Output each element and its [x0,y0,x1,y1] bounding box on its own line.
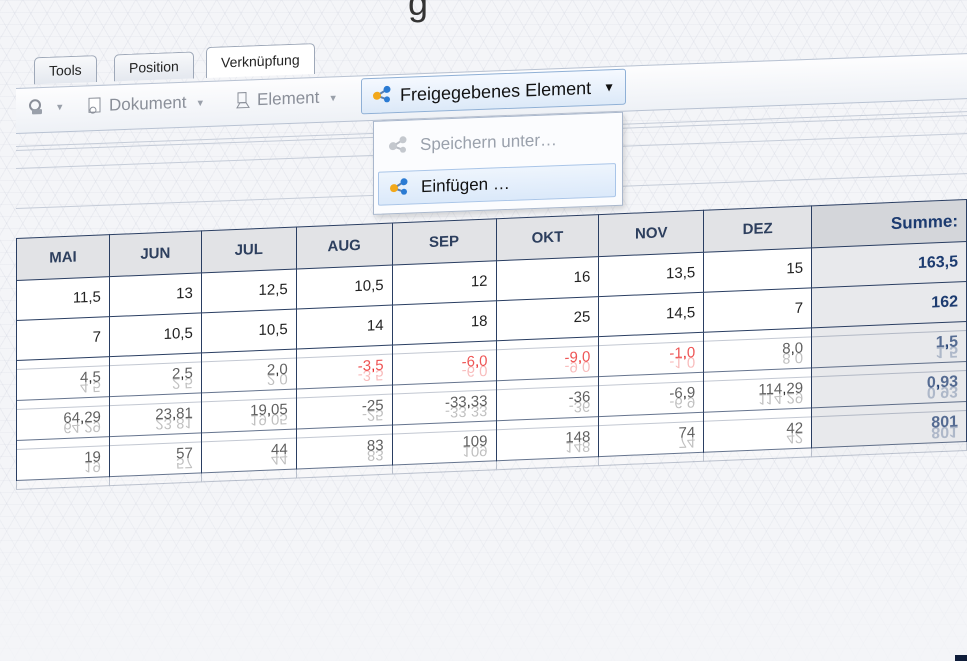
menu-item-insert[interactable]: Einfügen … [378,162,616,206]
table-cell: -9,0 [496,345,599,390]
share-icon [388,134,410,158]
shared-element-menu: Speichern unter… Einfügen … [373,111,623,215]
menu-item-label: Speichern unter… [420,130,558,155]
table-cell: 2,0 [201,357,297,402]
document-icon [86,97,104,116]
menu-item-save-as[interactable]: Speichern unter… [378,121,616,164]
table-cell: -25 [296,394,393,438]
table-cell[interactable]: 15 [703,247,812,293]
table-cell[interactable]: 16 [496,256,599,301]
element-icon [234,91,252,110]
ribbon: Tools Position Verknüpfung ▾ Dokument ▾ … [16,0,967,228]
share-icon [389,176,411,200]
table-cell[interactable]: 13 [109,272,202,317]
share-icon [372,84,394,108]
table-cell[interactable]: 12,5 [201,269,297,313]
table-cell: 4,5 [16,365,110,410]
element-label: Element [257,87,320,110]
tab-position[interactable]: Position [114,51,194,82]
link-dropdown-button[interactable]: ▾ [28,97,63,116]
sum-cell: 0,93 [811,370,967,417]
table-cell: 74 [598,421,704,466]
column-header: JUL [201,227,297,273]
chevron-down-icon: ▼ [603,80,616,95]
table-cell: 44 [201,437,297,482]
table-cell: -3,5 [296,354,393,398]
table-cell[interactable]: 10,5 [109,312,202,357]
table-cell: 42 [703,416,812,462]
tab-verknuepfung[interactable]: Verknüpfung [206,43,315,79]
table-cell[interactable]: 14,5 [598,292,704,337]
table-cell: -6,0 [392,349,497,395]
table-cell: 114,29 [703,376,812,422]
table-cell: 8,0 [703,336,812,382]
chevron-down-icon: ▾ [197,96,204,109]
chevron-down-icon: ▾ [57,100,63,113]
column-header: MAI [16,234,110,281]
menu-item-label: Einfügen … [421,173,510,197]
tab-tools[interactable]: Tools [34,55,97,85]
table-cell: 83 [296,434,393,478]
column-header: AUG [296,223,393,270]
column-header: SEP [392,218,496,266]
table-cell: 148 [496,425,599,470]
table-cell: 19,05 [201,397,297,442]
table-cell[interactable]: 18 [392,300,496,346]
reflection-fade [0,480,967,661]
document-dropdown-button[interactable]: Dokument ▾ [86,92,203,116]
sum-cell: 1,5 [811,330,967,377]
table-cell[interactable]: 7 [703,287,812,333]
table-cell: -6,9 [598,381,704,426]
table-cell: -36 [496,385,599,430]
table-cell: 2,5 [109,361,202,406]
chain-link-icon [28,98,46,117]
column-header: DEZ [703,205,812,253]
sum-cell[interactable]: 162 [811,281,967,328]
table-cell: -1,0 [598,341,704,386]
column-header: OKT [496,214,599,261]
shared-element-label: Freigegebenes Element [400,77,592,105]
column-header-sum: Summe: [811,199,967,248]
table-cell[interactable]: 13,5 [598,252,704,297]
sum-cell: 801 [811,410,967,457]
table-cell: 19 [16,445,110,490]
element-dropdown-button[interactable]: Element ▾ [234,87,336,111]
corner-mark [955,655,967,661]
chevron-down-icon: ▾ [330,91,336,104]
table-cell[interactable]: 7 [16,316,110,361]
table-cell: 109 [392,429,497,475]
document-label: Dokument [109,92,187,115]
table-cell[interactable]: 12 [392,260,496,306]
sum-cell[interactable]: 163,5 [811,241,967,288]
table-cell[interactable]: 14 [296,305,393,350]
table-cell[interactable]: 10,5 [201,309,297,353]
table-cell: 57 [109,441,202,486]
table-cell: 64,29 [16,405,110,450]
table-cell[interactable]: 10,5 [296,265,393,310]
table-cell[interactable]: 25 [496,296,599,341]
shared-element-dropdown-button[interactable]: Freigegebenes Element ▼ [361,68,627,115]
table-cell: -33,33 [392,389,497,435]
column-header: JUN [109,230,202,277]
table-cell[interactable]: 11,5 [16,276,110,321]
column-header: NOV [598,210,704,257]
table-cell: 23,81 [109,401,202,446]
